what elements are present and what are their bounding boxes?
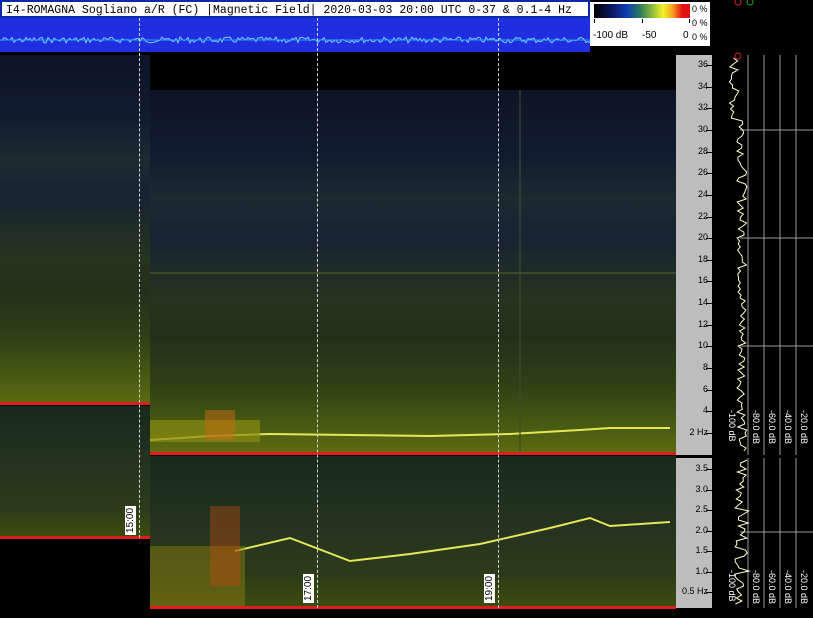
db-label: -80.0 dB	[751, 570, 761, 605]
freq-tick-label: 10	[697, 340, 708, 351]
freq-tick-label: 28	[697, 145, 708, 156]
db-label: -100 dB	[727, 570, 737, 602]
freq-tick-label: 32	[697, 102, 708, 113]
freq-tick-label: 30	[697, 123, 708, 134]
palette-tick	[594, 19, 595, 23]
pct-label: 0 %	[692, 18, 708, 28]
time-marker-line	[317, 18, 318, 608]
db-label: -40.0 dB	[783, 410, 793, 445]
low-freq-overlay	[150, 506, 671, 606]
palette-mid-label: -50	[642, 30, 657, 41]
palette-tick	[689, 19, 690, 23]
freq-tick-label: 4	[702, 405, 708, 416]
time-marker-line	[498, 18, 499, 608]
red-baseline	[150, 452, 676, 455]
freq-tick-label: 6	[702, 383, 708, 394]
freq-tick-label: 1.5	[695, 545, 708, 555]
time-label-1500: 15:00	[125, 505, 136, 535]
db-label: -80.0 dB	[751, 410, 761, 445]
db-label: -60.0 dB	[767, 410, 777, 445]
palette-min-label: -100 dB	[593, 30, 629, 41]
spectrogram-main	[150, 90, 676, 452]
freq-tick-label: 26	[697, 167, 708, 178]
spectrogram-overlay	[150, 90, 676, 452]
db-label: -100 dB	[727, 410, 737, 442]
color-palette-bar	[594, 4, 690, 18]
spectrogram-gap	[150, 55, 676, 90]
db-label: -20.0 dB	[799, 570, 809, 605]
freq-tick-label: 20	[697, 232, 708, 243]
freq-tick-label: 34	[697, 80, 708, 91]
pct-label: 0 %	[692, 32, 708, 42]
freq-tick-label: 1.0	[695, 565, 708, 576]
palette-max-label: 0	[683, 30, 689, 41]
freq-tick-label: 2.0	[695, 524, 708, 535]
db-label: -20.0 dB	[799, 410, 809, 445]
waveform-strip	[0, 18, 590, 52]
freq-tick-label: 2.5	[695, 504, 708, 514]
spectrum-panel	[712, 0, 813, 613]
time-marker-line	[139, 18, 140, 538]
freq-tick-label: 22	[697, 210, 708, 221]
time-label-1900: 19:00	[484, 573, 495, 603]
red-baseline	[150, 606, 676, 609]
freq-tick-label: 24	[697, 188, 708, 199]
freq-tick-label: 16	[697, 275, 708, 286]
previous-spectrogram-top	[0, 55, 150, 403]
color-palette-legend: -100 dB -50 0 0 % 0 % 0 %	[590, 2, 710, 46]
freq-tick-label: 36	[697, 59, 708, 69]
freq-tick-label: 12	[697, 318, 708, 329]
freq-tick-label: 0.5 Hz	[681, 586, 708, 596]
db-label: -60.0 dB	[767, 570, 777, 605]
freq-tick-label: 3.0	[695, 483, 708, 494]
frequency-scale-top: 36 34 32 30 28 26 24 22 20 18 16 14 12 10 8 6 4 2 Hz	[676, 55, 712, 455]
spectrogram-low-freq	[150, 456, 676, 606]
time-label-1700: 17:00	[303, 573, 314, 603]
freq-tick-label: 3.5	[695, 463, 708, 473]
palette-tick	[642, 19, 643, 23]
spectrum-graph	[728, 0, 813, 608]
waveform-trace	[0, 36, 590, 45]
frequency-scale-bottom: 3.5 3.0 2.5 2.0 1.5 1.0 0.5 Hz	[676, 458, 712, 608]
red-baseline	[0, 402, 150, 405]
pct-label: 0 %	[692, 4, 708, 14]
freq-tick-label: 2 Hz	[689, 427, 708, 437]
db-label: -40.0 dB	[783, 570, 793, 605]
freq-tick-label: 14	[697, 297, 708, 308]
title-bar: I4-ROMAGNA Sogliano a/R (FC) |Magnetic F…	[0, 0, 590, 18]
station-title: I4-ROMAGNA Sogliano a/R (FC) |Magnetic F…	[6, 4, 572, 17]
freq-tick-label: 8	[702, 362, 708, 373]
red-baseline	[0, 536, 150, 539]
freq-tick-label: 18	[697, 253, 708, 264]
